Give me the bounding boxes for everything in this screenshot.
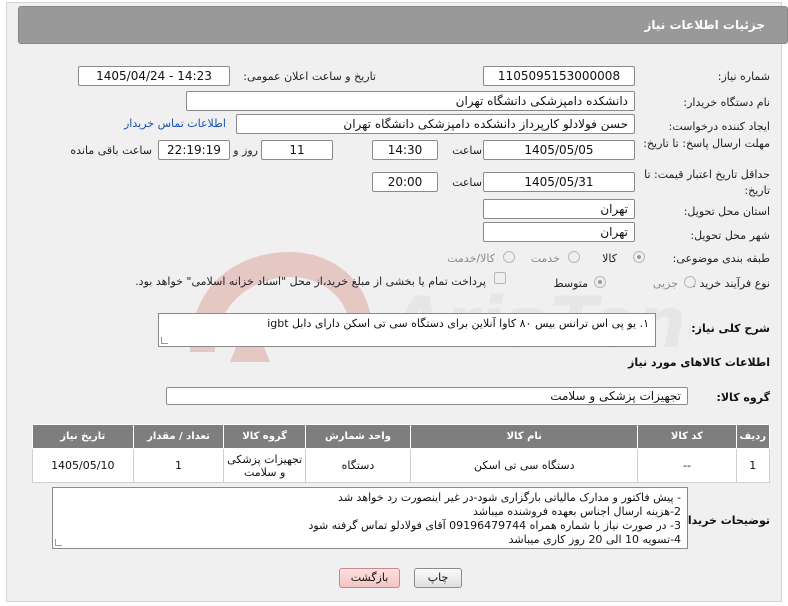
- description-textarea[interactable]: ١. یو پی اس ترانس بیس ٨٠ کاوا آنلاین برا…: [158, 313, 656, 347]
- cell-qty: 1: [132, 448, 225, 483]
- print-button[interactable]: چاپ: [414, 568, 462, 588]
- cell-unit: دستگاه: [304, 448, 412, 483]
- need-number-field[interactable]: 1105095153000008: [483, 66, 635, 86]
- treasury-payment-checkbox[interactable]: [494, 272, 506, 284]
- process-radio-minor[interactable]: [684, 276, 696, 288]
- goods-table-header: ردیف کد کالا نام کالا واحد شمارش گروه کا…: [32, 424, 770, 449]
- col-qty: تعداد / مقدار: [132, 424, 225, 449]
- goods-group-field[interactable]: تجهیزات پزشکی و سلامت: [166, 387, 688, 405]
- province-label: استان محل تحویل:: [683, 205, 770, 218]
- category-option-goods-service: کالا/خدمت: [447, 252, 495, 265]
- category-radio-goods[interactable]: [633, 251, 645, 263]
- price-validity-time-label: ساعت: [452, 176, 482, 189]
- buyer-notes-label: توضیحات خریدار:: [677, 514, 770, 527]
- col-group: گروه کالا: [223, 424, 306, 449]
- buyer-note-line-2: 2-هزینه ارسال اجناس بعهده فروشنده میباشد: [472, 505, 681, 518]
- col-unit: واحد شمارش: [304, 424, 412, 449]
- buyer-contact-link[interactable]: اطلاعات تماس خریدار: [124, 117, 226, 130]
- category-label: طبقه بندی موضوعی:: [672, 252, 770, 265]
- deadline-label: مهلت ارسال پاسخ: تا تاریخ:: [643, 137, 770, 150]
- announce-date-field[interactable]: 1405/04/24 - 14:23: [78, 66, 230, 86]
- page-header: جزئیات اطلاعات نیاز: [18, 6, 788, 44]
- resize-handle-icon[interactable]: [55, 539, 62, 546]
- deadline-time-field[interactable]: 14:30: [372, 140, 438, 160]
- cell-group: تجهیزات پزشکی و سلامت: [223, 448, 306, 483]
- treasury-payment-note: پرداخت تمام یا بخشی از مبلغ خرید،از محل …: [135, 275, 486, 288]
- page-title: جزئیات اطلاعات نیاز: [644, 18, 765, 32]
- buyer-org-field[interactable]: دانشکده دامپزشکی دانشگاه تهران: [186, 91, 635, 111]
- buyer-notes-textarea[interactable]: - پیش فاکتور و مدارک مالیاتی بارگزاری شو…: [52, 487, 688, 549]
- category-radio-goods-service[interactable]: [503, 251, 515, 263]
- price-validity-date-field[interactable]: 1405/05/31: [483, 172, 635, 192]
- price-validity-label: حداقل تاریخ اعتبار قیمت: تا تاریخ:: [644, 168, 770, 197]
- category-radio-service[interactable]: [568, 251, 580, 263]
- process-option-minor: جزیی: [652, 277, 678, 290]
- table-row[interactable]: 1 -- دستگاه سی تی اسکن دستگاه تجهیزات پز…: [32, 448, 770, 483]
- col-code: کد کالا: [637, 424, 737, 449]
- deadline-time-label: ساعت: [452, 144, 482, 157]
- creator-label: ایجاد کننده درخواست:: [668, 120, 770, 133]
- price-validity-time-field[interactable]: 20:00: [372, 172, 438, 192]
- goods-table: ردیف کد کالا نام کالا واحد شمارش گروه کا…: [32, 424, 770, 483]
- category-option-goods: کالا: [602, 252, 617, 265]
- buyer-note-line-1: - پیش فاکتور و مدارک مالیاتی بارگزاری شو…: [338, 491, 681, 504]
- description-text: ١. یو پی اس ترانس بیس ٨٠ کاوا آنلاین برا…: [267, 317, 649, 330]
- cell-need-date: 1405/05/10: [32, 448, 134, 483]
- announce-date-label: تاریخ و ساعت اعلان عمومی:: [243, 70, 376, 83]
- province-field[interactable]: تهران: [483, 199, 635, 219]
- remaining-time-field[interactable]: 22:19:19: [158, 140, 230, 160]
- category-option-service: خدمت: [530, 252, 560, 265]
- goods-section-title: اطلاعات کالاهای مورد نیاز: [628, 356, 770, 369]
- deadline-date-field[interactable]: 1405/05/05: [483, 140, 635, 160]
- city-field[interactable]: تهران: [483, 222, 635, 242]
- resize-handle-icon[interactable]: [161, 337, 168, 344]
- days-label: روز و: [233, 144, 258, 157]
- buyer-org-label: نام دستگاه خریدار:: [683, 96, 770, 109]
- creator-field[interactable]: حسن فولادلو کارپرداز دانشکده دامپزشکی دا…: [236, 114, 635, 134]
- process-option-medium: متوسط: [553, 277, 588, 290]
- buyer-note-line-3: 3- در صورت نیاز با شماره همراه 091964797…: [308, 519, 681, 532]
- cell-row: 1: [735, 448, 770, 483]
- col-row: ردیف: [735, 424, 770, 449]
- col-name: نام کالا: [410, 424, 639, 449]
- buyer-note-line-4: 4-تسویه 10 الی 20 روز کاری میباشد: [508, 533, 681, 546]
- process-type-label: نوع فرآیند خرید :: [692, 277, 770, 290]
- cell-code: --: [637, 448, 737, 483]
- city-label: شهر محل تحویل:: [690, 229, 770, 242]
- cell-name: دستگاه سی تی اسکن: [410, 448, 639, 483]
- need-number-label: شماره نیاز:: [717, 70, 770, 83]
- remaining-days-field[interactable]: 11: [261, 140, 333, 160]
- process-radio-medium[interactable]: [594, 276, 606, 288]
- description-label: شرح کلی نیاز:: [691, 322, 770, 335]
- col-need-date: تاریخ نیاز: [32, 424, 134, 449]
- goods-group-label: گروه کالا:: [716, 391, 770, 404]
- remaining-time-label: ساعت باقی مانده: [70, 144, 152, 157]
- back-button[interactable]: بازگشت: [339, 568, 400, 588]
